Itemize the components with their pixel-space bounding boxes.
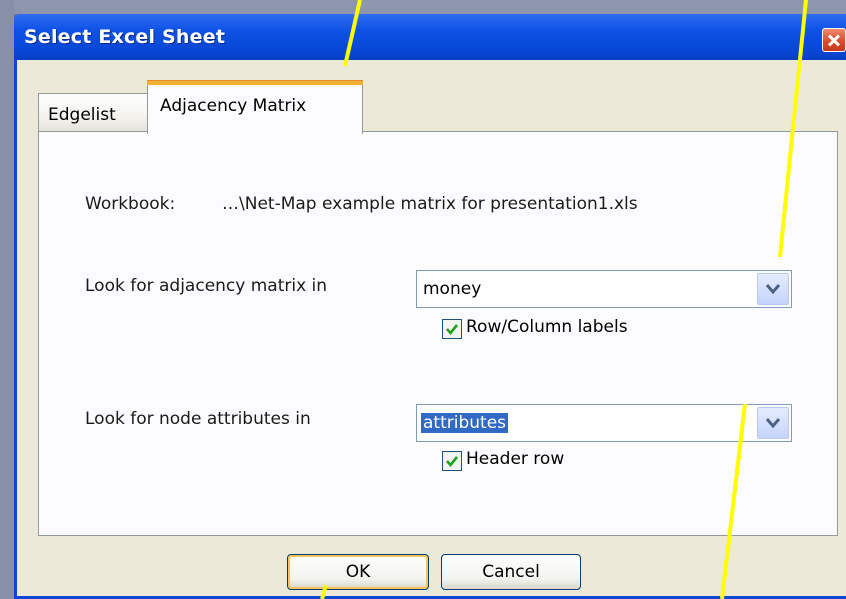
cancel-button[interactable]: Cancel [441, 554, 581, 590]
title-bar[interactable]: Select Excel Sheet [14, 14, 846, 60]
chevron-down-icon[interactable] [757, 273, 789, 305]
background-stripe-left [0, 0, 14, 599]
select-excel-sheet-dialog: Select Excel Sheet Edgelist Adjacency Ma… [14, 14, 846, 599]
header-row-checkbox[interactable] [442, 451, 462, 471]
window-title: Select Excel Sheet [24, 26, 226, 48]
adjacency-sheet-value: money [423, 279, 482, 299]
tab-adjacency-matrix-label: Adjacency Matrix [160, 96, 307, 116]
background-stripe-top [0, 0, 846, 14]
row-column-labels-label[interactable]: Row/Column labels [466, 317, 628, 337]
ok-button[interactable]: OK [287, 554, 429, 590]
tab-adjacency-matrix[interactable]: Adjacency Matrix [147, 80, 363, 134]
adjacency-sheet-select[interactable]: money [416, 270, 792, 308]
node-attributes-sheet-value: attributes [421, 413, 509, 433]
tab-edgelist[interactable]: Edgelist [38, 93, 151, 132]
dialog-client-area: Edgelist Adjacency Matrix Workbook: …\Ne… [17, 60, 846, 596]
header-row-label[interactable]: Header row [466, 449, 564, 469]
tab-edgelist-label: Edgelist [48, 105, 116, 125]
node-attributes-label: Look for node attributes in [85, 409, 311, 429]
workbook-path: …\Net-Map example matrix for presentatio… [222, 194, 638, 214]
node-attributes-sheet-select[interactable]: attributes [416, 404, 792, 442]
active-tab-highlight [147, 80, 363, 85]
row-column-labels-checkbox[interactable] [442, 319, 462, 339]
close-icon[interactable] [822, 28, 846, 52]
checkmark-icon [446, 324, 459, 336]
checkmark-icon [446, 456, 459, 468]
chevron-down-icon[interactable] [757, 407, 789, 439]
adjacency-matrix-panel: Workbook: …\Net-Map example matrix for p… [38, 131, 838, 536]
adjacency-matrix-label: Look for adjacency matrix in [85, 276, 328, 296]
workbook-label: Workbook: [85, 194, 176, 214]
